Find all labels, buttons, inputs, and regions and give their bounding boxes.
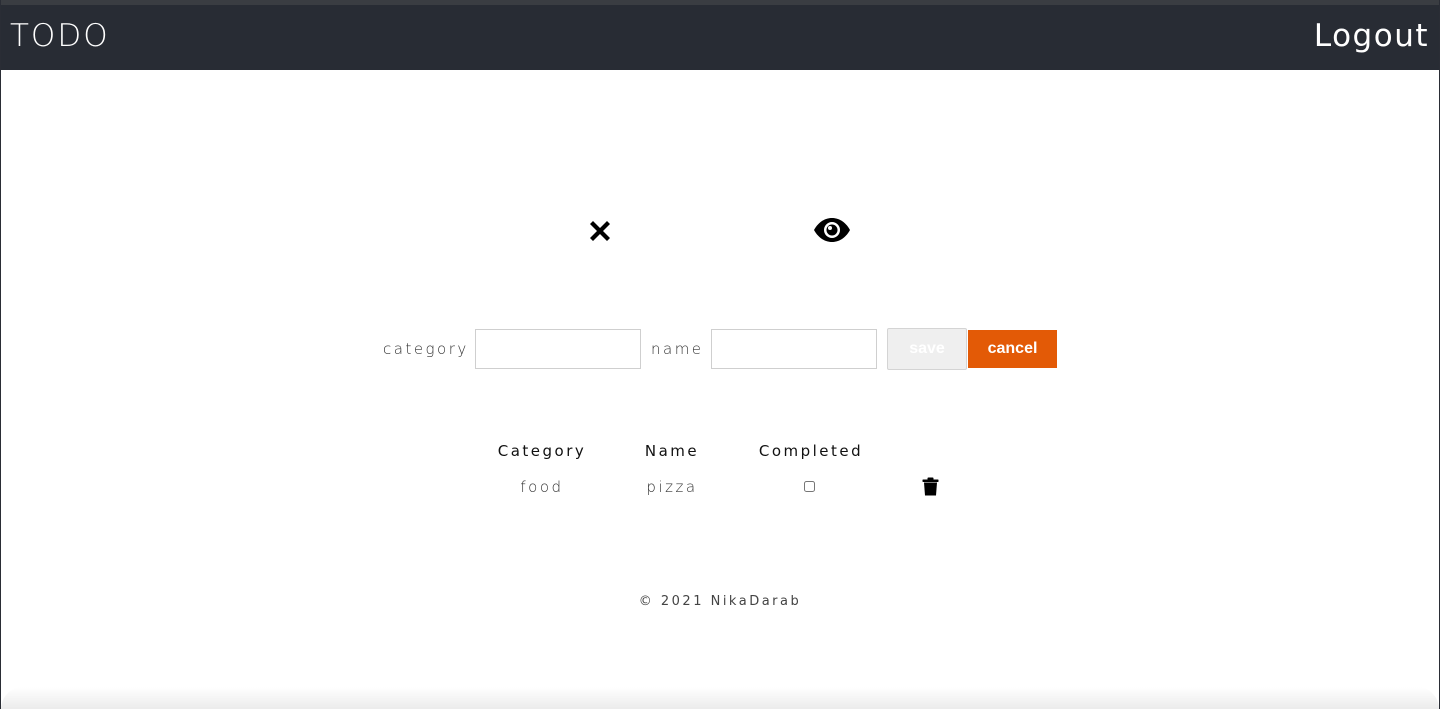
- completed-checkbox[interactable]: [804, 481, 815, 492]
- row-category-cell: food: [520, 478, 564, 496]
- logout-link[interactable]: Logout: [1314, 18, 1429, 54]
- category-input[interactable]: [475, 329, 641, 369]
- row-name-cell: pizza: [646, 478, 698, 496]
- add-todo-form: category name save cancel: [1, 328, 1439, 370]
- app-window: TODO Logout category name save cancel Ca…: [0, 0, 1440, 709]
- column-header-completed: Completed: [758, 442, 864, 460]
- footer-copyright: © 2021 NikaDarab: [638, 594, 802, 609]
- top-nav-bar: TODO Logout: [1, 0, 1439, 70]
- bottom-shadow: [1, 687, 1439, 709]
- eye-icon[interactable]: [813, 216, 851, 244]
- name-label: name: [651, 340, 704, 358]
- name-input[interactable]: [711, 329, 877, 369]
- column-header-category: Category: [497, 442, 587, 460]
- app-title: TODO: [10, 18, 110, 54]
- save-button[interactable]: save: [887, 328, 967, 370]
- column-header-name: Name: [644, 442, 700, 460]
- cancel-button[interactable]: cancel: [968, 330, 1057, 368]
- trash-icon[interactable]: [922, 477, 939, 496]
- close-icon[interactable]: [586, 217, 614, 245]
- category-label: category: [383, 340, 469, 358]
